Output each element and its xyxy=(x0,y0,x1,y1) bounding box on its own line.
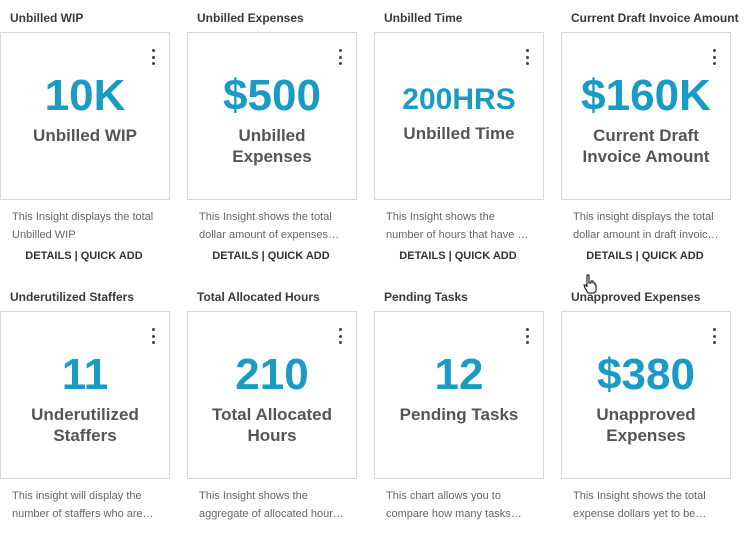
insight-description: This Insight shows the total dollar amou… xyxy=(199,208,349,244)
tile-actions: DETAILS | QUICK ADD xyxy=(0,250,168,262)
insight-tile-unbilled-expenses: Unbilled Expenses $500 Unbilled Expenses… xyxy=(187,9,367,262)
desc-line-1: This insight will display the xyxy=(12,490,142,502)
desc-line-1: This Insight shows the xyxy=(199,490,308,502)
insight-description: This Insight shows the number of hours t… xyxy=(386,208,536,244)
tile-title: Current Draft Invoice Amount xyxy=(571,11,739,25)
desc-line-1: This Insight shows the xyxy=(386,211,495,223)
separator: | xyxy=(635,250,639,262)
hand-pointer-cursor-icon xyxy=(583,274,597,294)
tile-actions: DETAILS | QUICK ADD xyxy=(374,250,542,262)
insight-value: 200HRS xyxy=(402,83,516,116)
insight-tile-unbilled-time: Unbilled Time 200HRS Unbilled Time This … xyxy=(374,9,554,262)
details-link[interactable]: DETAILS xyxy=(399,250,445,262)
kebab-menu-icon[interactable] xyxy=(524,328,530,344)
insight-tile-pending-tasks: Pending Tasks 12 Pending Tasks This char… xyxy=(374,288,554,523)
desc-line-2: dollar amount in draft invoic… xyxy=(573,229,719,241)
details-link[interactable]: DETAILS xyxy=(586,250,632,262)
insight-label: Current Draft Invoice Amount xyxy=(582,126,710,166)
insight-tile-underutilized-staffers: Underutilized Staffers 11 Underutilized … xyxy=(0,288,180,523)
insight-card[interactable]: 210 Total Allocated Hours xyxy=(187,311,357,479)
desc-line-1: This chart allows you to xyxy=(386,490,501,502)
tile-title: Unbilled Time xyxy=(384,11,463,25)
quick-add-link[interactable]: QUICK ADD xyxy=(268,250,330,262)
insight-label: Pending Tasks xyxy=(399,405,519,424)
separator: | xyxy=(448,250,452,262)
desc-line-1: This insight displays the total xyxy=(573,211,714,223)
desc-line-2: expense dollars yet to be… xyxy=(573,508,707,520)
tile-actions: DETAILS | QUICK ADD xyxy=(561,250,729,262)
insight-description: This Insight displays the total Unbilled… xyxy=(12,208,162,244)
desc-line-2: compare how many tasks… xyxy=(386,508,522,520)
kebab-menu-icon[interactable] xyxy=(337,328,343,344)
insight-card[interactable]: 12 Pending Tasks xyxy=(374,311,544,479)
desc-line-1: This Insight shows the total xyxy=(199,211,332,223)
insight-label: Total Allocated Hours xyxy=(212,405,332,445)
insight-card[interactable]: 200HRS Unbilled Time xyxy=(374,32,544,200)
tile-title: Total Allocated Hours xyxy=(197,290,320,304)
tile-title: Unbilled Expenses xyxy=(197,11,304,25)
insight-description: This insight displays the total dollar a… xyxy=(573,208,723,244)
desc-line-2: number of staffers who are… xyxy=(12,508,154,520)
insight-description: This Insight shows the aggregate of allo… xyxy=(199,487,349,523)
insight-card[interactable]: 11 Underutilized Staffers xyxy=(0,311,170,479)
tile-title: Pending Tasks xyxy=(384,290,468,304)
insight-label: Unbilled WIP xyxy=(33,126,137,145)
insight-value: 10K xyxy=(44,71,126,120)
desc-line-1: This Insight shows the total xyxy=(573,490,706,502)
insight-card[interactable]: $160K Current Draft Invoice Amount xyxy=(561,32,731,200)
details-link[interactable]: DETAILS xyxy=(212,250,258,262)
tile-title: Underutilized Staffers xyxy=(10,290,135,304)
desc-line-2: number of hours that have … xyxy=(386,229,529,241)
insight-tile-total-allocated-hours: Total Allocated Hours 210 Total Allocate… xyxy=(187,288,367,523)
insight-tile-unbilled-wip: Unbilled WIP 10K Unbilled WIP This Insig… xyxy=(0,9,180,262)
insight-tile-unapproved-expenses: Unapproved Expenses $380 Unapproved Expe… xyxy=(561,288,741,523)
tile-title: Unbilled WIP xyxy=(10,11,84,25)
kebab-menu-icon[interactable] xyxy=(337,49,343,65)
insight-label: Unbilled Time xyxy=(403,124,515,143)
insight-value: 210 xyxy=(235,350,309,399)
insight-tile-current-draft-invoice: Current Draft Invoice Amount $160K Curre… xyxy=(561,9,741,262)
details-link[interactable]: DETAILS xyxy=(25,250,71,262)
insight-description: This Insight shows the total expense dol… xyxy=(573,487,723,523)
insight-label: Unapproved Expenses xyxy=(596,405,696,445)
insight-value: $500 xyxy=(223,71,321,120)
kebab-menu-icon[interactable] xyxy=(524,49,530,65)
desc-line-1: This Insight displays the total xyxy=(12,211,154,223)
insight-card[interactable]: 10K Unbilled WIP xyxy=(0,32,170,200)
tile-actions: DETAILS | QUICK ADD xyxy=(187,250,355,262)
insight-value: $160K xyxy=(581,71,711,120)
separator: | xyxy=(261,250,265,262)
kebab-menu-icon[interactable] xyxy=(150,49,156,65)
kebab-menu-icon[interactable] xyxy=(711,328,717,344)
kebab-menu-icon[interactable] xyxy=(150,328,156,344)
desc-line-2: Unbilled WIP xyxy=(12,229,76,241)
insight-label: Unbilled Expenses xyxy=(232,126,312,166)
insight-value: 12 xyxy=(434,350,484,399)
insight-label: Underutilized Staffers xyxy=(31,405,139,445)
quick-add-link[interactable]: QUICK ADD xyxy=(642,250,704,262)
quick-add-link[interactable]: QUICK ADD xyxy=(81,250,143,262)
insight-value: 11 xyxy=(61,350,109,399)
insight-description: This chart allows you to compare how man… xyxy=(386,487,536,523)
insight-description: This insight will display the number of … xyxy=(12,487,162,523)
kebab-menu-icon[interactable] xyxy=(711,49,717,65)
quick-add-link[interactable]: QUICK ADD xyxy=(455,250,517,262)
insight-card[interactable]: $500 Unbilled Expenses xyxy=(187,32,357,200)
insight-card[interactable]: $380 Unapproved Expenses xyxy=(561,311,731,479)
separator: | xyxy=(74,250,78,262)
desc-line-2: dollar amount of expenses… xyxy=(199,229,340,241)
insight-value: $380 xyxy=(597,350,695,399)
desc-line-2: aggregate of allocated hour… xyxy=(199,508,344,520)
